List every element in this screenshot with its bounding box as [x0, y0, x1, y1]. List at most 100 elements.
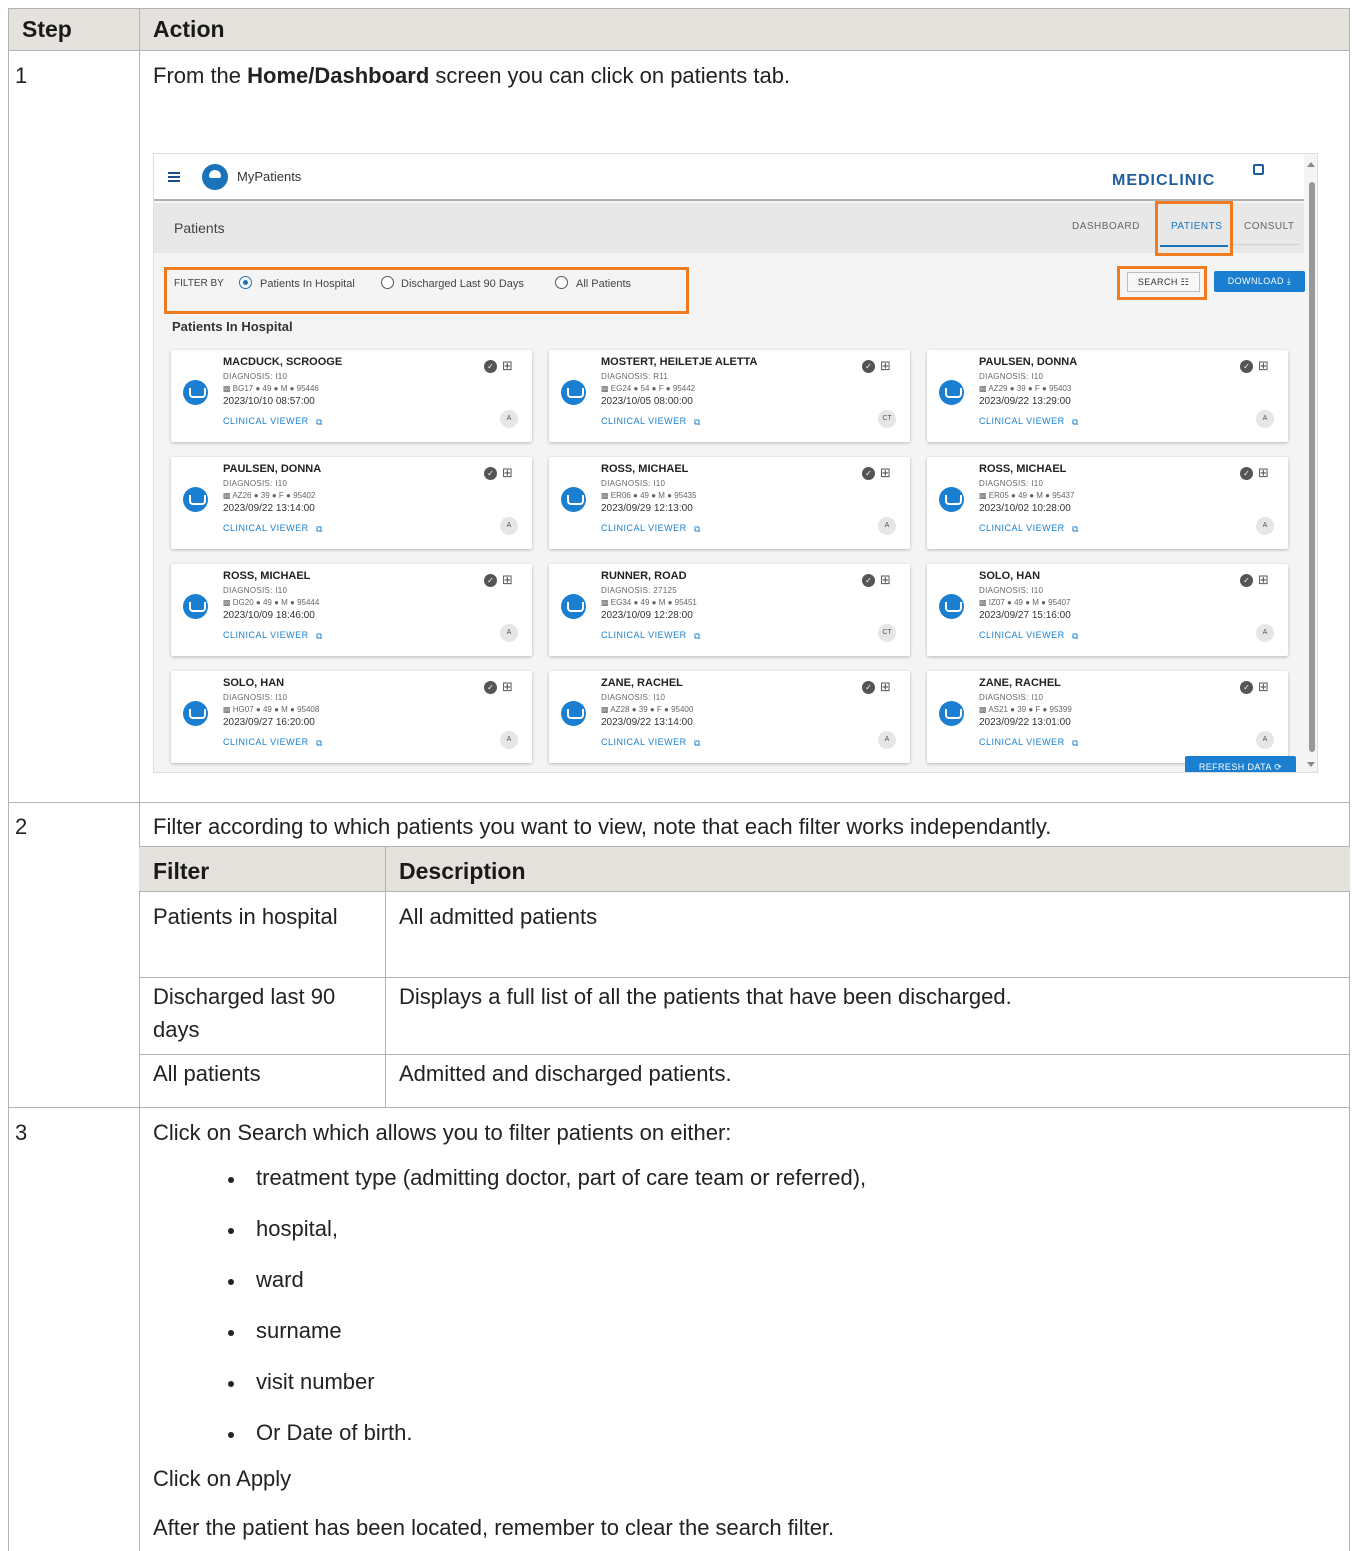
patient-admission-datetime: 2023/09/27 16:20:00 — [223, 717, 315, 728]
refresh-data-button[interactable]: REFRESH DATA ⟳ — [1185, 756, 1296, 772]
patient-name: SOLO, HAN — [223, 677, 285, 689]
patient-bed-icon — [561, 701, 586, 726]
patient-name: ZANE, RACHEL — [979, 677, 1061, 689]
tab-dashboard[interactable]: DASHBOARD — [1072, 221, 1140, 232]
patient-card[interactable]: MACDUCK, SCROOGE DIAGNOSIS: I10 ▩ BG17 ● 4… — [171, 350, 532, 442]
patient-card[interactable]: ROSS, MICHAEL DIAGNOSIS: I10 ▩ ER05 ● 49 ●… — [927, 457, 1288, 549]
patient-bed-icon — [561, 594, 586, 619]
external-link-icon[interactable]: ⧉ — [316, 738, 322, 749]
scrollbar-thumb[interactable] — [1309, 182, 1315, 752]
search-option: treatment type (admitting doctor, part o… — [256, 1165, 867, 1190]
patient-name: ROSS, MICHAEL — [979, 463, 1067, 475]
patient-name: SOLO, HAN — [979, 570, 1041, 582]
check-circle-icon: ✓ — [484, 360, 497, 373]
external-link-icon[interactable]: ⧉ — [316, 524, 322, 535]
patient-admission-datetime: 2023/09/27 15:16:00 — [979, 610, 1071, 621]
check-circle-icon: ✓ — [862, 574, 875, 587]
patient-diagnosis: DIAGNOSIS: 27125 — [601, 586, 677, 595]
hospital-icon: ⊞ — [1258, 358, 1269, 373]
patient-name: PAULSEN, DONNA — [223, 463, 322, 475]
scroll-up-icon[interactable] — [1307, 162, 1315, 167]
patient-card[interactable]: ZANE, RACHEL DIAGNOSIS: I10 ▩ AS21 ● 39 ● … — [927, 671, 1288, 763]
patient-bed-icon — [939, 487, 964, 512]
clinical-viewer-link[interactable]: CLINICAL VIEWER — [223, 523, 309, 533]
header-step: Step — [22, 16, 72, 42]
patient-admission-datetime: 2023/09/22 13:14:00 — [601, 717, 693, 728]
patient-bed-info: ▩ EG34 ● 49 ● M ● 95451 — [601, 598, 697, 607]
highlight-search-button — [1117, 266, 1207, 300]
patient-diagnosis: DIAGNOSIS: I10 — [601, 479, 666, 488]
external-link-icon[interactable]: ⧉ — [316, 631, 322, 642]
patient-card[interactable]: PAULSEN, DONNA DIAGNOSIS: I10 ▩ AZ29 ● 39 … — [927, 350, 1288, 442]
external-link-icon[interactable]: ⧉ — [1072, 631, 1078, 642]
external-link-icon[interactable]: ⧉ — [694, 738, 700, 749]
tab-consult[interactable]: CONSULT — [1244, 221, 1295, 232]
hospital-icon: ⊞ — [502, 465, 513, 480]
bullet-icon — [228, 1330, 234, 1336]
patient-card[interactable]: ZANE, RACHEL DIAGNOSIS: I10 ▩ AZ28 ● 39 ● … — [549, 671, 910, 763]
description-col-header: Description — [399, 858, 526, 884]
download-button[interactable]: DOWNLOAD ⤓ — [1214, 271, 1305, 292]
check-circle-icon: ✓ — [484, 467, 497, 480]
clinical-viewer-link[interactable]: CLINICAL VIEWER — [223, 737, 309, 747]
clinical-viewer-link[interactable]: CLINICAL VIEWER — [979, 523, 1065, 533]
patient-bed-icon — [183, 380, 208, 405]
care-role-badge: A — [878, 731, 896, 749]
patient-card[interactable]: ROSS, MICHAEL DIAGNOSIS: I10 ▩ ER06 ● 49 ●… — [549, 457, 910, 549]
patient-card[interactable]: SOLO, HAN DIAGNOSIS: I10 ▩ IZ07 ● 49 ● M ●… — [927, 564, 1288, 656]
external-link-icon[interactable]: ⧉ — [1072, 524, 1078, 535]
external-link-icon[interactable]: ⧉ — [316, 417, 322, 428]
menu-icon[interactable] — [168, 172, 180, 182]
patient-card[interactable]: RUNNER, ROAD DIAGNOSIS: 27125 ▩ EG34 ● 49 … — [549, 564, 910, 656]
filter-table-header — [139, 846, 1350, 891]
clinical-viewer-link[interactable]: CLINICAL VIEWER — [601, 737, 687, 747]
patient-diagnosis: DIAGNOSIS: I10 — [223, 372, 288, 381]
patient-bed-info: ▩ AZ29 ● 39 ● F ● 95403 — [979, 384, 1072, 393]
care-role-badge: A — [878, 517, 896, 535]
filter-name: All patients — [153, 1061, 261, 1086]
patient-card[interactable]: MOSTERT, HEILETJE ALETTA DIAGNOSIS: R11 ▩ … — [549, 350, 910, 442]
highlight-filter-options — [164, 267, 689, 314]
external-link-icon[interactable]: ⧉ — [694, 524, 700, 535]
search-option: ward — [256, 1267, 304, 1292]
patient-diagnosis: DIAGNOSIS: R11 — [601, 372, 669, 381]
care-role-badge: A — [1256, 410, 1274, 428]
clinical-viewer-link[interactable]: CLINICAL VIEWER — [979, 630, 1065, 640]
care-role-badge: CT — [878, 624, 896, 642]
clinical-viewer-link[interactable]: CLINICAL VIEWER — [601, 416, 687, 426]
external-link-icon[interactable]: ⧉ — [694, 417, 700, 428]
patient-bed-info: ▩ IZ07 ● 49 ● M ● 95407 — [979, 598, 1071, 607]
clinical-viewer-link[interactable]: CLINICAL VIEWER — [601, 523, 687, 533]
step-number: 3 — [15, 1120, 28, 1145]
clinical-viewer-link[interactable]: CLINICAL VIEWER — [979, 737, 1065, 747]
clear-filter-note: After the patient has been located, reme… — [153, 1515, 835, 1540]
care-role-badge: A — [1256, 731, 1274, 749]
patient-bed-info: ▩ EG24 ● 54 ● F ● 95442 — [601, 384, 696, 393]
patient-card[interactable]: ROSS, MICHAEL DIAGNOSIS: I10 ▩ DG20 ● 49 ●… — [171, 564, 532, 656]
hospital-icon: ⊞ — [502, 572, 513, 587]
check-circle-icon: ✓ — [1240, 467, 1253, 480]
search-option: surname — [256, 1318, 342, 1343]
external-link-icon[interactable]: ⧉ — [1072, 738, 1078, 749]
patient-card[interactable]: PAULSEN, DONNA DIAGNOSIS: I10 ▩ AZ26 ● 39 … — [171, 457, 532, 549]
patient-card[interactable]: SOLO, HAN DIAGNOSIS: I10 ▩ HG07 ● 49 ● M ●… — [171, 671, 532, 763]
patient-name: MOSTERT, HEILETJE ALETTA — [601, 356, 758, 368]
scroll-down-icon[interactable] — [1307, 762, 1315, 767]
patient-diagnosis: DIAGNOSIS: I10 — [979, 586, 1044, 595]
hospital-icon: ⊞ — [1258, 572, 1269, 587]
bullet-icon — [228, 1279, 234, 1285]
external-link-icon[interactable]: ⧉ — [694, 631, 700, 642]
external-link-icon[interactable]: ⧉ — [1072, 417, 1078, 428]
patient-diagnosis: DIAGNOSIS: I10 — [223, 693, 288, 702]
patient-diagnosis: DIAGNOSIS: I10 — [223, 479, 288, 488]
clinical-viewer-link[interactable]: CLINICAL VIEWER — [223, 416, 309, 426]
section-title: Patients In Hospital — [172, 319, 293, 334]
patient-bed-info: ▩ BG17 ● 49 ● M ● 95446 — [223, 384, 319, 393]
patient-bed-info: ▩ AS21 ● 39 ● F ● 95399 — [979, 705, 1072, 714]
clinical-viewer-link[interactable]: CLINICAL VIEWER — [601, 630, 687, 640]
clinical-viewer-link[interactable]: CLINICAL VIEWER — [223, 630, 309, 640]
patient-name: PAULSEN, DONNA — [979, 356, 1078, 368]
patient-bed-info: ▩ ER05 ● 49 ● M ● 95437 — [979, 491, 1075, 500]
clinical-viewer-link[interactable]: CLINICAL VIEWER — [979, 416, 1065, 426]
patient-bed-icon — [183, 701, 208, 726]
